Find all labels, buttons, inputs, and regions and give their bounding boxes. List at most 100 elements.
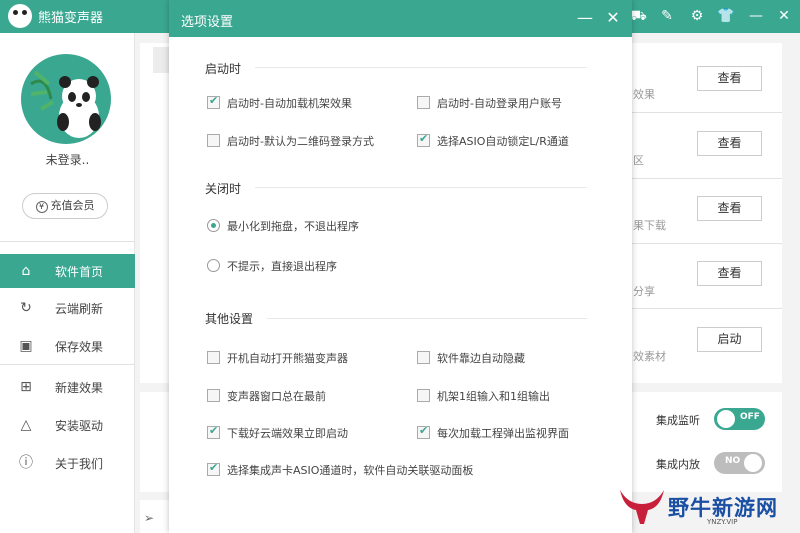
row-label: 区: [633, 154, 644, 167]
option-label: 不提示，直接退出程序: [227, 260, 337, 273]
option-label: 软件靠边自动隐藏: [437, 352, 525, 365]
panel-tab: [153, 47, 169, 73]
monitor-toggle[interactable]: OFF: [714, 408, 765, 430]
checkbox[interactable]: [417, 96, 430, 109]
row-label: 果下载: [633, 219, 666, 232]
row-label: 分享: [633, 285, 655, 298]
sidebar-item-label: 新建效果: [55, 381, 104, 395]
add-icon: ⊞: [20, 379, 32, 395]
option-asio-driver-panel[interactable]: 选择集成声卡ASIO通道时，软件自动关联驱动面板: [207, 461, 607, 478]
view-button[interactable]: 查看: [697, 131, 762, 156]
edit-icon[interactable]: ✎: [657, 6, 677, 26]
row-divider: [632, 178, 782, 179]
toggle-state: OFF: [740, 412, 760, 422]
panda-logo-icon: [8, 4, 32, 28]
launch-button[interactable]: 启动: [697, 327, 762, 352]
sidebar-item-label: 安装驱动: [55, 419, 104, 433]
sidebar-item-home[interactable]: ⌂ 软件首页: [0, 254, 135, 288]
yen-icon: ¥: [35, 201, 48, 213]
app-title: 熊猫变声器: [38, 11, 104, 26]
watermark-sub: YNZY.VIP: [707, 518, 738, 526]
option-monitor-popup[interactable]: 每次加载工程弹出监视界面: [417, 424, 617, 441]
sidebar-item-save-effect[interactable]: ▣ 保存效果: [0, 329, 135, 363]
option-label: 开机自动打开熊猫变声器: [227, 352, 348, 365]
sidebar-item-about[interactable]: ⓘ 关于我们: [0, 446, 135, 480]
option-label: 机架1组输入和1组输出: [437, 390, 550, 403]
dialog-header: [169, 0, 632, 37]
section-divider: [267, 318, 587, 319]
sidebar-item-new-effect[interactable]: ⊞ 新建效果: [0, 370, 135, 404]
option-always-on-top[interactable]: 变声器窗口总在最前: [207, 388, 407, 404]
info-icon: ⓘ: [19, 455, 33, 471]
dialog-minimize-icon[interactable]: —: [575, 8, 595, 28]
sidebar-item-label: 保存效果: [55, 340, 104, 354]
option-edge-hide[interactable]: 软件靠边自动隐藏: [417, 350, 617, 366]
radio[interactable]: [207, 259, 220, 272]
gear-icon[interactable]: ⚙: [687, 6, 707, 26]
option-cloud-auto-launch[interactable]: 下载好云端效果立即启动: [207, 424, 407, 441]
vip-recharge-button[interactable]: ¥ 充值会员: [22, 193, 108, 219]
view-button[interactable]: 查看: [697, 261, 762, 286]
checkbox[interactable]: [207, 461, 220, 476]
view-button[interactable]: 查看: [697, 66, 762, 91]
option-startup-auto-login[interactable]: 启动时-自动登录用户账号: [417, 95, 617, 111]
sidebar-item-install-driver[interactable]: △ 安装驱动: [0, 408, 135, 442]
sidebar-item-label: 云端刷新: [55, 302, 104, 316]
option-label: 变声器窗口总在最前: [227, 390, 326, 403]
option-rack-io[interactable]: 机架1组输入和1组输出: [417, 388, 617, 404]
drive-icon: △: [20, 417, 32, 433]
option-label: 启动时-默认为二维码登录方式: [227, 135, 374, 148]
row-divider: [632, 243, 782, 244]
option-asio-lock-lr[interactable]: 选择ASIO自动锁定L/R通道: [417, 132, 617, 149]
option-label: 最小化到拖盘，不退出程序: [227, 220, 359, 233]
checkbox[interactable]: [417, 132, 430, 147]
checkbox[interactable]: [207, 351, 220, 364]
checkbox[interactable]: [207, 134, 220, 147]
view-button[interactable]: 查看: [697, 196, 762, 221]
option-autostart[interactable]: 开机自动打开熊猫变声器: [207, 350, 407, 366]
toggle-knob: [744, 454, 762, 472]
checkbox[interactable]: [417, 389, 430, 402]
monitor-label: 集成监听: [656, 414, 700, 427]
sidebar-divider: [0, 241, 135, 242]
option-label: 选择ASIO自动锁定L/R通道: [437, 135, 569, 148]
sidebar-divider: [0, 364, 135, 365]
row-label: 效果: [633, 88, 655, 101]
section-title-close: 关闭时: [205, 182, 242, 196]
internal-toggle[interactable]: NO: [714, 452, 765, 474]
checkbox[interactable]: [417, 351, 430, 364]
sidebar-item-label: 软件首页: [55, 265, 104, 279]
option-label: 每次加载工程弹出监视界面: [437, 427, 569, 440]
bull-logo-icon: [620, 490, 664, 524]
option-exit-directly[interactable]: 不提示，直接退出程序: [207, 258, 457, 274]
sidebar-item-label: 关于我们: [55, 457, 104, 471]
panda-avatar-icon: [30, 70, 101, 138]
checkbox[interactable]: [207, 424, 220, 439]
checkbox[interactable]: [417, 424, 430, 439]
option-label: 启动时-自动登录用户账号: [437, 97, 562, 110]
home-icon: ⌂: [21, 263, 31, 279]
send-icon[interactable]: ➢: [144, 511, 154, 525]
dialog-close-icon[interactable]: ✕: [603, 8, 623, 28]
option-startup-load-rack[interactable]: 启动时-自动加载机架效果: [207, 94, 407, 111]
sidebar-item-cloud-refresh[interactable]: ↻ 云端刷新: [0, 291, 135, 325]
dialog-title: 选项设置: [181, 15, 234, 30]
section-title-startup: 启动时: [205, 62, 242, 76]
checkbox[interactable]: [207, 94, 220, 109]
option-minimize-to-tray[interactable]: 最小化到拖盘，不退出程序: [207, 218, 457, 234]
radio[interactable]: [207, 219, 220, 232]
checkbox[interactable]: [207, 389, 220, 402]
vip-button-label: 充值会员: [50, 199, 95, 212]
skin-icon[interactable]: 👕: [716, 6, 736, 26]
refresh-icon: ↻: [20, 300, 32, 316]
option-startup-qr-login[interactable]: 启动时-默认为二维码登录方式: [207, 133, 407, 149]
save-icon: ▣: [19, 338, 33, 354]
avatar[interactable]: [21, 54, 111, 144]
close-icon[interactable]: ✕: [774, 6, 794, 26]
section-title-other: 其他设置: [205, 312, 254, 326]
minimize-icon[interactable]: —: [746, 6, 766, 26]
toggle-knob: [717, 410, 735, 428]
toggle-state: NO: [725, 456, 741, 466]
internal-label: 集成内放: [656, 458, 700, 471]
login-status[interactable]: 未登录..: [0, 151, 135, 168]
